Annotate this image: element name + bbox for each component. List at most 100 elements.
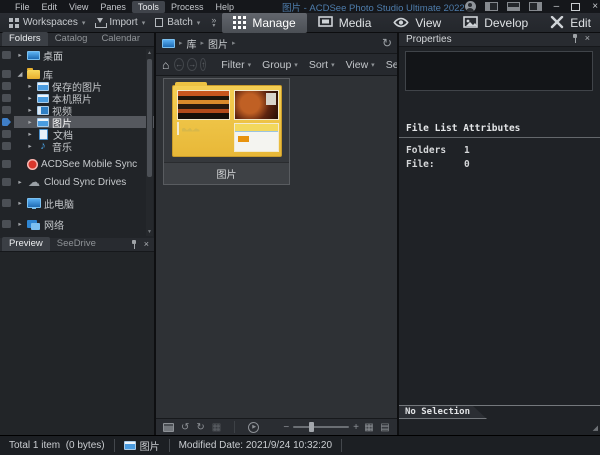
zoom-slider-thumb[interactable] — [309, 422, 314, 432]
tree-item-mobile-sync[interactable]: ▸ ACDSee Mobile Sync — [0, 158, 154, 170]
tree-item-this-pc[interactable]: ▸ 此电脑 — [0, 197, 154, 209]
menu-panes[interactable]: Panes — [94, 1, 132, 13]
batch-button[interactable]: Batch ▾ — [150, 14, 205, 32]
expander-icon[interactable]: ▸ — [16, 178, 24, 186]
close-button[interactable]: × — [589, 2, 600, 11]
easy-select-marker[interactable] — [2, 160, 11, 168]
folder-tile-pictures[interactable]: 图片 — [163, 78, 290, 185]
rotate-left-icon[interactable]: ↺ — [181, 422, 189, 433]
resize-grip-icon[interactable]: ◢ — [593, 424, 598, 432]
back-icon[interactable]: ← — [174, 58, 184, 71]
easy-select-marker[interactable] — [2, 51, 11, 59]
easy-select-marker[interactable] — [2, 130, 11, 138]
mode-edit-button[interactable]: Edit — [539, 13, 600, 33]
no-selection-tab[interactable]: No Selection — [399, 406, 487, 419]
tab-preview[interactable]: Preview — [2, 237, 50, 251]
menu-tools[interactable]: Tools — [132, 1, 165, 13]
tree-item-cloud-sync-drives[interactable]: ▸ ☁ Cloud Sync Drives — [0, 176, 154, 188]
tree-scrollbar[interactable]: ▲ ▼ — [146, 49, 153, 236]
easy-select-marker[interactable] — [2, 82, 11, 90]
mode-develop-button[interactable]: Develop — [452, 13, 539, 33]
menu-process[interactable]: Process — [165, 1, 210, 13]
account-icon[interactable] — [465, 1, 476, 12]
tab-seedrive[interactable]: SeeDrive — [50, 237, 103, 251]
tree-item-label: 音乐 — [52, 139, 72, 154]
forward-icon[interactable]: → — [187, 58, 197, 71]
tree-item-music[interactable]: ▸ ♪ 音乐 — [0, 140, 154, 152]
tree-item-documents[interactable]: ▸ 文档 — [0, 128, 154, 140]
mode-manage-button[interactable]: Manage — [222, 13, 306, 33]
refresh-icon[interactable]: ↻ — [382, 37, 392, 49]
develop-icon — [463, 16, 478, 29]
home-icon[interactable]: ⌂ — [162, 59, 169, 71]
tab-calendar[interactable]: Calendar — [94, 32, 147, 46]
easy-select-marker[interactable] — [2, 199, 11, 207]
tree-item-videos[interactable]: ▸ 视频 — [0, 104, 154, 116]
expander-icon[interactable]: ▸ — [16, 199, 24, 207]
expander-icon[interactable]: ▸ — [26, 82, 34, 90]
tree-item-network[interactable]: ▸ 网络 — [0, 218, 154, 230]
expander-icon[interactable]: ▸ — [16, 51, 24, 59]
toolbar-overflow-button[interactable]: » ▾ — [211, 17, 216, 29]
pin-icon[interactable] — [572, 34, 579, 43]
toggle-left-pane-icon[interactable] — [485, 2, 498, 11]
zoom-slider[interactable] — [293, 426, 349, 428]
up-icon[interactable]: ↑ — [200, 58, 206, 71]
compare-icon[interactable]: ▦ — [212, 422, 221, 433]
workspaces-button[interactable]: Workspaces ▾ — [4, 14, 90, 32]
easy-select-marker[interactable] — [2, 178, 11, 186]
toggle-right-pane-icon[interactable] — [529, 2, 542, 11]
easy-select-marker[interactable] — [2, 94, 11, 102]
easy-select-marker[interactable] — [2, 106, 11, 114]
tree-item-desktop[interactable]: ▸ 桌面 — [0, 49, 154, 61]
scrollbar-thumb[interactable] — [147, 59, 152, 177]
expander-icon[interactable]: ▸ — [26, 106, 34, 114]
menu-file[interactable]: File — [9, 1, 36, 13]
toggle-bottom-pane-icon[interactable] — [507, 2, 520, 11]
zoom-in-icon[interactable]: + — [353, 422, 359, 433]
scroll-up-icon[interactable]: ▲ — [146, 50, 153, 56]
thumbnails-view-icon[interactable]: ▦ — [363, 422, 375, 433]
close-pane-icon[interactable]: × — [144, 240, 149, 249]
expander-icon[interactable]: ▸ — [26, 130, 34, 138]
pin-icon[interactable] — [131, 240, 138, 249]
minimize-button[interactable]: – — [551, 2, 563, 11]
menu-view[interactable]: View — [63, 1, 94, 13]
tab-folders[interactable]: Folders — [2, 32, 48, 46]
details-view-icon[interactable]: ▤ — [379, 422, 391, 433]
maximize-button[interactable] — [571, 3, 580, 11]
zoom-out-icon[interactable]: − — [283, 422, 289, 433]
expander-icon[interactable]: ▸ — [26, 142, 34, 150]
import-button[interactable]: Import ▾ — [90, 14, 150, 32]
easy-select-marker[interactable] — [2, 70, 11, 78]
image-tool-icon[interactable] — [163, 423, 174, 432]
expander-icon[interactable]: ◢ — [16, 70, 24, 78]
computer-icon[interactable] — [162, 39, 175, 48]
rotate-right-icon[interactable]: ↻ — [196, 422, 204, 433]
tree-item-local-photos[interactable]: ▸ 本机照片 — [0, 92, 154, 104]
breadcrumb-item-libraries[interactable]: 库 — [187, 36, 197, 51]
menu-help[interactable]: Help — [209, 1, 240, 13]
menu-edit[interactable]: Edit — [36, 1, 64, 13]
easy-select-marker[interactable] — [2, 118, 11, 126]
filter-dropdown[interactable]: Filter ▾ — [221, 59, 251, 71]
file-list-area[interactable]: 图片 — [156, 76, 398, 418]
mode-media-button[interactable]: Media — [307, 13, 383, 33]
scroll-down-icon[interactable]: ▼ — [146, 229, 153, 235]
mode-view-button[interactable]: View — [382, 13, 452, 33]
easy-select-marker[interactable] — [2, 220, 11, 228]
view-dropdown[interactable]: View ▾ — [346, 59, 375, 71]
tree-item-label: Cloud Sync Drives — [44, 177, 126, 188]
close-pane-icon[interactable]: × — [585, 34, 590, 43]
folder-thumbnail — [164, 79, 289, 162]
expander-icon[interactable]: ▸ — [26, 94, 34, 102]
expander-icon[interactable]: ▸ — [26, 118, 34, 126]
breadcrumb-item-pictures[interactable]: 图片 — [208, 36, 228, 51]
group-dropdown[interactable]: Group ▾ — [262, 59, 298, 71]
expander-icon[interactable]: ▸ — [16, 220, 24, 228]
easy-select-marker[interactable] — [2, 142, 11, 150]
tab-catalog[interactable]: Catalog — [48, 32, 95, 46]
tree-item-pictures[interactable]: ▸ 图片 — [0, 116, 154, 128]
sort-dropdown[interactable]: Sort ▾ — [309, 59, 335, 71]
slideshow-play-icon[interactable]: ▶ — [248, 422, 259, 433]
